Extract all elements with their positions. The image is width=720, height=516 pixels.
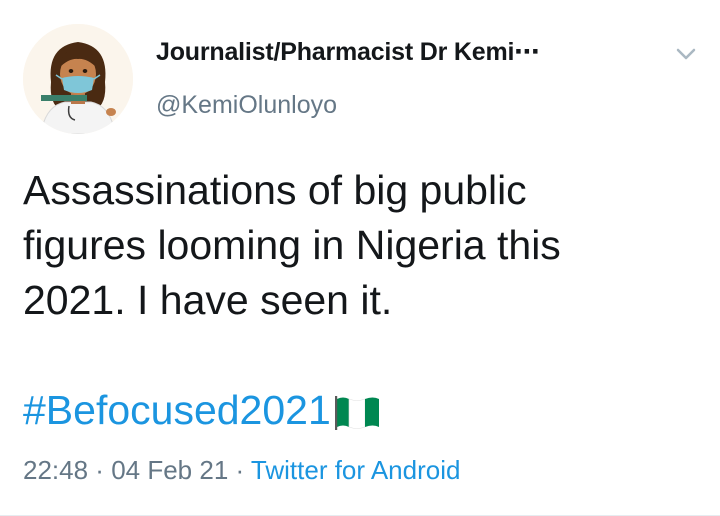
avatar-illustration [23,24,133,134]
tweet-text: Assassinations of big public figures loo… [23,163,703,328]
tweet-source-link[interactable]: Twitter for Android [251,455,461,485]
hashtag-link[interactable]: #Befocused2021 [23,387,331,433]
chevron-down-icon[interactable] [673,44,699,64]
tweet-card: Journalist/Pharmacist Dr Kemi⋯ @KemiOlun… [0,0,720,516]
avatar[interactable] [23,24,133,134]
tweet-meta: 22:48 · 04 Feb 21 · Twitter for Android [23,455,460,486]
tweet-text-line: 2021. I have seen it. [23,277,393,323]
tweet-text-line: Assassinations of big public [23,167,527,213]
tweet-time[interactable]: 22:48 [23,455,88,485]
meta-separator: · [88,455,112,485]
meta-separator: · [228,455,251,485]
tweet-date[interactable]: 04 Feb 21 [111,455,228,485]
nigeria-flag-icon [333,391,383,431]
author-handle[interactable]: @KemiOlunloyo [156,91,337,120]
author-display-name[interactable]: Journalist/Pharmacist Dr Kemi⋯ [156,37,539,67]
hashtag-row: #Befocused2021 [23,387,383,439]
tweet-text-line: figures looming in Nigeria this [23,222,561,268]
